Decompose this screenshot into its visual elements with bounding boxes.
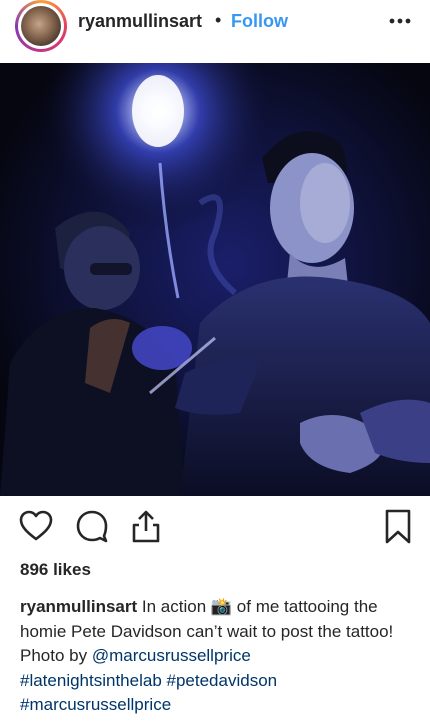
action-bar [0,508,430,548]
avatar-image [21,6,61,46]
separator-dot: • [215,10,222,30]
more-options-button[interactable] [385,6,415,36]
like-button[interactable] [18,508,54,544]
comment-icon [76,510,108,543]
avatar[interactable] [15,0,67,52]
heart-icon [19,510,53,541]
mention-link[interactable]: @marcusrussellprice [92,646,251,665]
save-button[interactable] [380,508,416,544]
follow-button[interactable]: Follow [231,11,288,32]
hashtag-link[interactable]: #marcusrussellprice [20,695,171,714]
caption-username[interactable]: ryanmullinsart [20,597,137,616]
post-header: ryanmullinsart • Follow [0,0,430,62]
photo-illustration [0,63,430,496]
username-link[interactable]: ryanmullinsart [78,11,202,32]
like-count[interactable]: 896 likes [20,560,91,580]
camera-emoji-icon: 📸 [210,597,233,616]
share-icon [132,510,160,543]
more-horizontal-icon [389,18,411,24]
caption: ryanmullinsart In action 📸 of me tattooi… [20,595,415,718]
avatar-border [18,3,64,49]
caption-text-part1: In action [141,597,207,616]
post-photo[interactable] [0,63,430,496]
hashtag-link[interactable]: #petedavidson [167,671,278,690]
comment-button[interactable] [74,508,110,544]
hashtag-link[interactable]: #latenightsinthelab [20,671,162,690]
bookmark-icon [385,509,411,544]
share-button[interactable] [128,508,164,544]
